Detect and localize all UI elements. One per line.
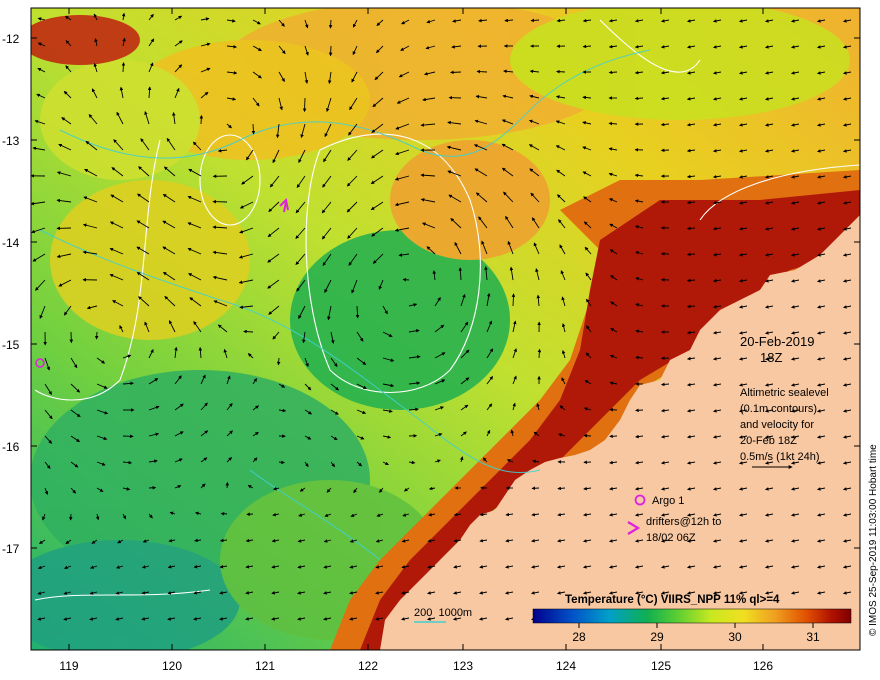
lon-tick-label: 120 <box>162 659 182 673</box>
velocity-arrow-icon <box>243 329 254 334</box>
velocity-arrow-icon <box>328 19 333 29</box>
altimetry-line: and velocity for <box>740 419 814 431</box>
lon-tick-label: 126 <box>753 659 773 673</box>
velocity-arrow-icon <box>660 148 670 153</box>
velocity-arrow-icon <box>121 62 126 73</box>
velocity-arrow-icon <box>94 331 99 340</box>
lon-tick-label: 123 <box>453 659 473 673</box>
lat-tick-label: -14 <box>2 236 20 250</box>
lat-tick-label: -16 <box>2 440 20 454</box>
velocity-arrow-icon <box>225 481 230 489</box>
altimetry-line: Altimetric sealevel <box>740 387 829 399</box>
velocity-arrow-icon <box>450 70 462 75</box>
velocity-arrow-icon <box>583 433 592 438</box>
altimetry-line: 0.5m/s (1kt 24h) <box>740 451 819 463</box>
colorbar-gradient <box>532 608 852 624</box>
velocity-arrow-icon <box>276 357 281 366</box>
lon-tick-label: 121 <box>255 659 275 673</box>
velocity-arrow-icon <box>199 114 204 125</box>
argo-legend-label: Argo 1 <box>652 495 684 507</box>
lon-tick-label: 119 <box>59 659 78 673</box>
lon-tick-label: 122 <box>358 659 378 673</box>
velocity-arrow-icon <box>251 123 256 135</box>
map-date: 20-Feb-2019 <box>740 334 814 349</box>
lat-tick-label: -13 <box>2 134 20 148</box>
altimetry-line: (0.1m contours) <box>740 403 817 415</box>
velocity-arrow-icon <box>328 45 333 57</box>
velocity-arrow-icon <box>537 348 542 359</box>
colorbar-tick-label: 28 <box>572 630 586 644</box>
lat-tick-label: -17 <box>2 542 20 556</box>
colorbar-tick-label: 31 <box>806 630 820 644</box>
velocity-arrow-icon <box>220 511 228 516</box>
depth-label: 200 1000m <box>414 607 472 619</box>
lat-tick-label: -15 <box>2 338 20 352</box>
credit-text: © IMOS 25-Sep-2019 11:03:00 Hobart time <box>868 444 879 636</box>
lon-tick-label: 124 <box>556 659 576 673</box>
sst-map: -12 -13 -14 -15 -16 -17 119 120 121 122 123 124 125… <box>2 7 879 673</box>
colorbar-tick-label: 29 <box>650 630 664 644</box>
velocity-arrow-icon <box>302 97 307 113</box>
velocity-arrow-icon <box>608 70 618 75</box>
altimetry-line: 20-Feb 18Z <box>740 435 797 447</box>
map-plot-area <box>31 8 860 650</box>
drifter-legend-label: drifters@12h to <box>646 516 721 528</box>
velocity-arrow-icon <box>634 96 644 101</box>
colorbar-tick-label: 30 <box>728 630 742 644</box>
colorbar-title: Temperature (°C) VIIRS_NPP 11% ql>=4 <box>565 594 780 606</box>
map-time: 18Z <box>760 350 782 365</box>
velocity-arrow-icon <box>635 408 644 413</box>
lon-tick-label: 125 <box>651 659 671 673</box>
velocity-arrow-icon <box>511 293 516 307</box>
velocity-arrow-icon <box>556 69 566 74</box>
drifter-legend-label: 18/02 06Z <box>646 532 696 544</box>
lat-tick-label: -12 <box>2 32 20 46</box>
velocity-arrow-icon <box>686 252 696 257</box>
velocity-arrow-icon <box>476 69 488 74</box>
velocity-arrow-icon <box>402 277 410 282</box>
